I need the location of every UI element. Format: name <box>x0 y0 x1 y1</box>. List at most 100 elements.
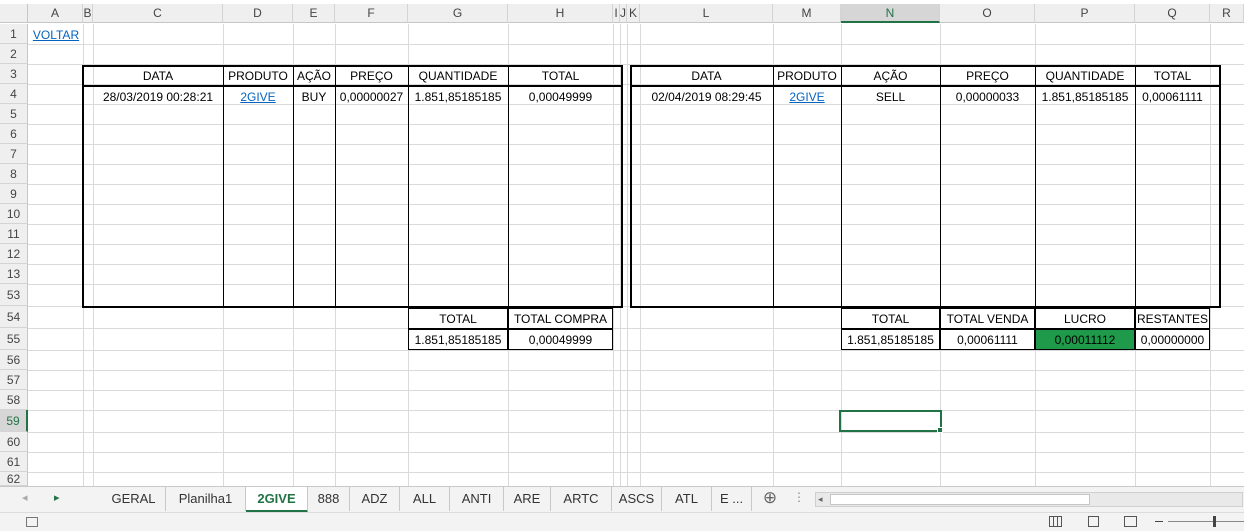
buy-cell-acao: BUY <box>301 90 327 104</box>
row-header-3[interactable]: 3 <box>0 64 28 84</box>
row-header-60[interactable]: 60 <box>0 432 28 452</box>
sheet-tab-artc[interactable]: ARTC <box>551 487 612 511</box>
column-header-p[interactable]: P <box>1035 4 1135 23</box>
sheet-tab-are[interactable]: ARE <box>504 487 551 511</box>
sheet-tab-e-[interactable]: E ... <box>712 487 752 511</box>
status-bar <box>0 512 1244 531</box>
gridline <box>28 472 1244 473</box>
buy-cell-quantidade: 1.851,85185185 <box>414 90 502 104</box>
row-header-57[interactable]: 57 <box>0 370 28 390</box>
row-header-10[interactable]: 10 <box>0 204 28 224</box>
column-header-g[interactable]: G <box>408 4 508 23</box>
column-header-m[interactable]: M <box>773 4 841 23</box>
sheet-tab-anti[interactable]: ANTI <box>450 487 504 511</box>
sheet-tab-atl[interactable]: ATL <box>662 487 712 511</box>
column-header-k[interactable]: K <box>627 4 640 23</box>
page-layout-view-icon[interactable] <box>1088 516 1099 527</box>
sheet-tab-ascs[interactable]: ASCS <box>612 487 662 511</box>
buy-header-preco: PREÇO <box>350 69 393 83</box>
column-header-l[interactable]: L <box>640 4 773 23</box>
fill-handle[interactable] <box>937 427 943 433</box>
sell-summary-header-2: LUCRO <box>1035 308 1135 329</box>
horizontal-scrollbar[interactable]: ◂ <box>815 492 1243 507</box>
sell-summary-value-0: 1.851,85185185 <box>841 329 940 350</box>
scrollbar-thumb[interactable] <box>830 494 1090 505</box>
row-header-2[interactable]: 2 <box>0 44 28 64</box>
active-cell-n59[interactable] <box>839 410 942 432</box>
column-header-n[interactable]: N <box>841 4 940 23</box>
row-header-13[interactable]: 13 <box>0 264 28 284</box>
macro-record-icon[interactable] <box>26 517 38 527</box>
buy-cell-produto[interactable]: 2GIVE <box>223 87 293 107</box>
column-header-i[interactable]: I <box>613 4 620 23</box>
tab-scroll-left-button[interactable]: ◂ <box>22 491 36 507</box>
sell-column-divider <box>773 67 774 306</box>
sheet-tab-planilha1[interactable]: Planilha1 <box>166 487 246 511</box>
sell-header-divider <box>632 85 1219 87</box>
column-header-o[interactable]: O <box>940 4 1035 23</box>
column-header-d[interactable]: D <box>223 4 293 23</box>
zoom-slider[interactable] <box>1168 521 1244 522</box>
sell-column-divider <box>1135 67 1136 306</box>
row-header-59[interactable]: 59 <box>0 410 28 432</box>
buy-header-acao: AÇÃO <box>296 69 331 83</box>
sheet-tab-all[interactable]: ALL <box>400 487 450 511</box>
column-header-j[interactable]: J <box>620 4 627 23</box>
sell-header-preco: PREÇO <box>966 69 1009 83</box>
gridline <box>627 24 628 486</box>
column-header-c[interactable]: C <box>93 4 223 23</box>
column-header-r[interactable]: R <box>1210 4 1244 23</box>
column-header-a[interactable]: A <box>28 4 83 23</box>
select-all-corner[interactable] <box>0 4 28 23</box>
row-header-8[interactable]: 8 <box>0 164 28 184</box>
zoom-slider-thumb[interactable] <box>1213 516 1216 527</box>
sell-summary-value-3: 0,00000000 <box>1135 329 1210 350</box>
row-header-6[interactable]: 6 <box>0 124 28 144</box>
voltar-link[interactable]: VOLTAR <box>29 25 83 45</box>
sell-cell-quantidade: 1.851,85185185 <box>1041 90 1129 104</box>
row-header-4[interactable]: 4 <box>0 84 28 104</box>
row-header-11[interactable]: 11 <box>0 224 28 244</box>
column-header-e[interactable]: E <box>293 4 335 23</box>
zoom-out-button[interactable] <box>1155 521 1163 522</box>
more-options-icon[interactable]: ⋮ <box>793 490 805 508</box>
column-header-h[interactable]: H <box>508 4 613 23</box>
row-header-61[interactable]: 61 <box>0 452 28 472</box>
sell-header-total: TOTAL <box>1153 69 1192 83</box>
sell-column-divider <box>940 67 941 306</box>
sheet-tab-2give[interactable]: 2GIVE <box>246 487 308 513</box>
buy-column-divider <box>335 67 336 306</box>
scroll-left-arrow[interactable]: ◂ <box>818 493 828 506</box>
spreadsheet-grid[interactable]: ABCDEFGHIJKLMNOPQR 1 2 3 4 5 6 7 8 9 10 11 12 13 53 54… <box>0 0 1244 486</box>
buy-cell-total: 0,00049999 <box>528 90 593 104</box>
sell-cell-produto[interactable]: 2GIVE <box>773 87 841 107</box>
sell-cell-total: 0,00061111 <box>1142 90 1203 104</box>
column-header-b[interactable]: B <box>83 4 93 23</box>
row-header-1[interactable]: 1 <box>0 24 28 44</box>
sheet-tab-adz[interactable]: ADZ <box>350 487 400 511</box>
gridline <box>28 44 1244 45</box>
row-header-7[interactable]: 7 <box>0 144 28 164</box>
normal-view-icon[interactable] <box>1049 516 1062 527</box>
add-sheet-button[interactable]: ⊕ <box>760 488 780 510</box>
page-break-preview-icon[interactable] <box>1124 516 1137 527</box>
sell-cell-data: 02/04/2019 08:29:45 <box>651 90 762 104</box>
tab-scroll-right-button[interactable]: ▸ <box>54 491 68 507</box>
column-header-f[interactable]: F <box>335 4 408 23</box>
sell-cell-preco: 0,00000033 <box>955 90 1020 104</box>
row-header-58[interactable]: 58 <box>0 390 28 410</box>
sell-column-divider <box>1035 67 1036 306</box>
column-header-q[interactable]: Q <box>1135 4 1210 23</box>
row-header-12[interactable]: 12 <box>0 244 28 264</box>
row-header-56[interactable]: 56 <box>0 350 28 370</box>
sheet-tab-geral[interactable]: GERAL <box>102 487 166 511</box>
row-header-53[interactable]: 53 <box>0 284 28 306</box>
buy-column-divider <box>293 67 294 306</box>
row-header-5[interactable]: 5 <box>0 104 28 124</box>
buy-column-divider <box>508 67 509 306</box>
row-header-54[interactable]: 54 <box>0 306 28 328</box>
row-header-62[interactable]: 62 <box>0 472 28 486</box>
row-header-9[interactable]: 9 <box>0 184 28 204</box>
row-header-55[interactable]: 55 <box>0 328 28 350</box>
sheet-tab-888[interactable]: 888 <box>308 487 350 511</box>
